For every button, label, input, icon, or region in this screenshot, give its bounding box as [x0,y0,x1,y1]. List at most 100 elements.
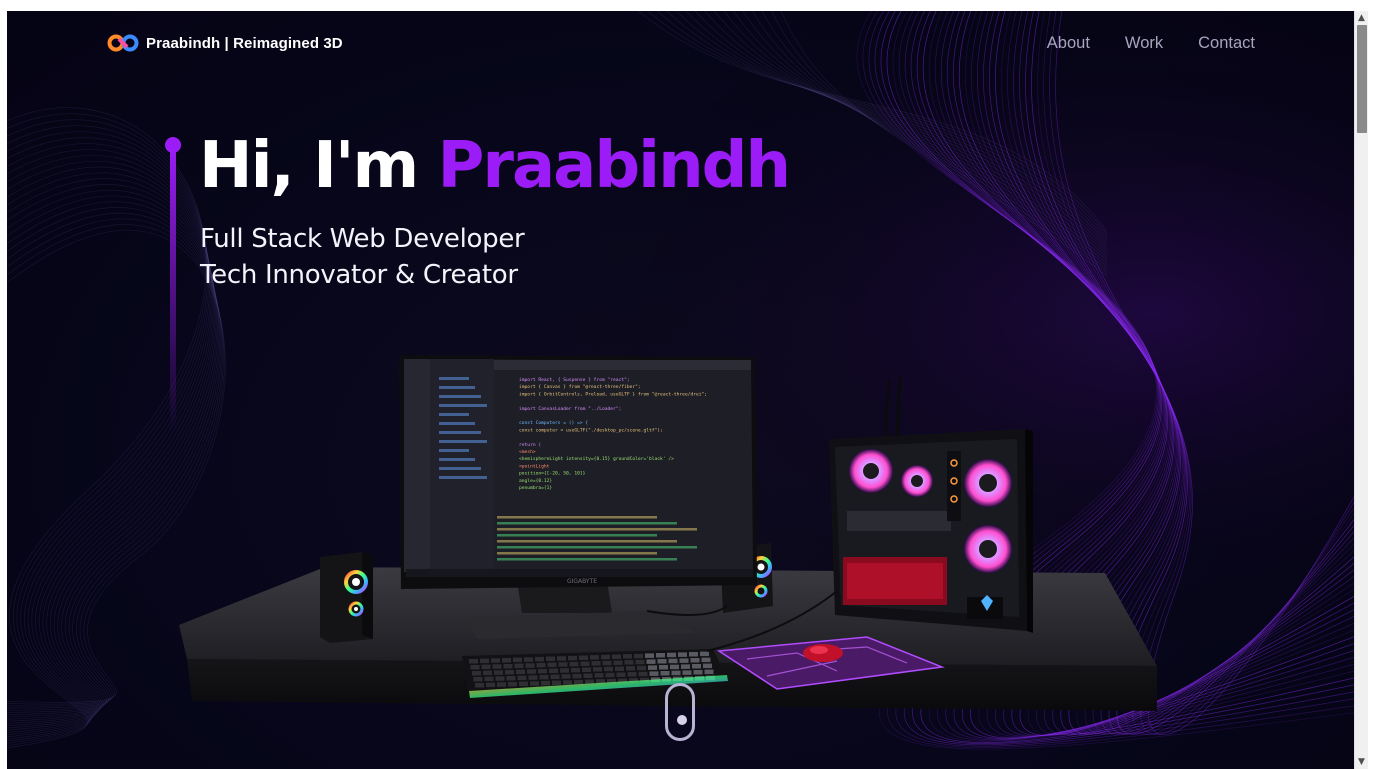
keyboard-key [513,657,522,663]
keyboard-key [635,659,645,665]
keyboard-key [594,673,604,678]
keyboard-key [527,669,536,674]
keyboard-key [681,664,690,669]
explorer-file-entry [439,404,487,407]
keyboard-key [701,657,711,663]
keyboard-key [506,676,516,681]
hero-greeting: Hi, I'm [199,129,438,203]
keyboard-key [593,667,602,672]
keyboard-key [557,656,566,661]
keyboard-key [563,680,572,685]
keyboard-key [560,668,569,673]
code-line: <hemisphereLight intensity={0.15} ground… [519,456,674,462]
keyboard-key [525,663,535,668]
keyboard-key [591,661,601,666]
keyboard-key [495,676,505,681]
keyboard-key [693,670,703,675]
explorer-file-entry [439,413,469,416]
code-line: <mesh> [519,449,536,455]
keyboard-key [503,664,513,669]
keyboard-key [516,669,525,675]
keyboard-key [492,664,502,669]
keyboard-key [627,672,637,677]
keyboard-key [624,660,634,665]
keyboard-key [601,654,610,660]
keyboard-key [616,672,626,677]
keyboard-key [605,672,615,678]
keyboard-key [580,661,590,666]
keyboard-key [571,667,580,673]
keyboard-key [574,679,583,685]
explorer-file-entry [439,431,481,434]
keyboard-key [678,652,687,657]
keyboard-key [541,680,550,686]
explorer-file-entry [439,395,481,398]
code-line: penumbra={1} [519,485,552,491]
keyboard-key [484,676,494,682]
desk-scene: import React, { Suspense } from "react";… [179,355,1157,711]
keyboard-key [585,679,594,684]
keyboard-key [667,652,676,658]
code-line: <pointLight [519,463,550,469]
explorer-file-entry [439,440,487,443]
keyboard-key [530,681,539,686]
keyboard-key [690,658,700,663]
scroll-down-button[interactable] [665,683,695,741]
page-viewport: import React, { Suspense } from "react";… [7,11,1354,769]
terminal-line [497,558,677,561]
mouse-scroll-icon [677,715,687,725]
keyboard-key [569,661,579,667]
explorer-file-entry [439,458,475,461]
keyboard-key [692,664,701,669]
code-line: const Computers = () => { [519,420,588,426]
explorer-file-entry [439,449,469,452]
keyboard-key [648,665,657,670]
keyboard-key [549,668,558,673]
keyboard-key [679,658,689,663]
scroll-up-arrow-icon[interactable]: ▲ [1358,13,1365,23]
keyboard-key [657,659,667,664]
keyboard-key [670,664,679,670]
scrollbar-thumb[interactable] [1357,25,1367,133]
code-line: import CanvasLoader from "../Loader"; [519,406,621,412]
keyboard-key [561,674,571,679]
terminal-line [497,546,697,549]
brand-link[interactable]: Praabindh | Reimagined 3D [107,33,343,53]
keyboard-key [645,653,654,658]
hero-subtitle: Full Stack Web Developer Tech Innovator … [200,221,525,293]
keyboard-key [579,655,588,660]
code-line: position={[-20, 50, 10]} [519,471,586,477]
keyboard-key [470,665,480,670]
keyboard-key [514,663,524,669]
terminal-line [497,528,697,531]
terminal-line [497,534,657,537]
nav-link-about[interactable]: About [1047,34,1090,53]
keyboard-key [486,682,495,688]
keyboard-key [502,658,511,663]
page-scrollbar[interactable]: ▲ ▼ [1354,11,1368,769]
keyboard-key [491,658,500,663]
keyboard-key [568,655,577,661]
code-line: return ( [519,442,541,448]
pc-case [829,376,1033,633]
code-line: import { OrbitControls, Preload, useGLTF… [519,391,707,397]
terminal-line [497,522,677,525]
hero-name: Praabindh [437,129,791,203]
nav-link-contact[interactable]: Contact [1198,34,1255,53]
keyboard-key [480,658,489,664]
keyboard-key [689,652,698,657]
nav-link-work[interactable]: Work [1125,34,1163,53]
hero-title: Hi, I'm Praabindh [199,129,791,203]
keyboard-key [637,665,646,671]
keyboard-key [473,677,483,682]
keyboard-key [475,683,484,688]
keyboard-key [604,666,613,672]
code-line: import React, { Suspense } from "react"; [519,377,630,383]
keyboard-key [552,680,561,685]
keyboard-key [558,662,568,667]
keyboard-key [602,660,612,666]
keyboard-key [612,654,621,659]
top-navigation: Praabindh | Reimagined 3D About Work Con… [7,11,1354,79]
keyboard-key [615,666,624,671]
scroll-down-arrow-icon[interactable]: ▼ [1358,757,1365,767]
